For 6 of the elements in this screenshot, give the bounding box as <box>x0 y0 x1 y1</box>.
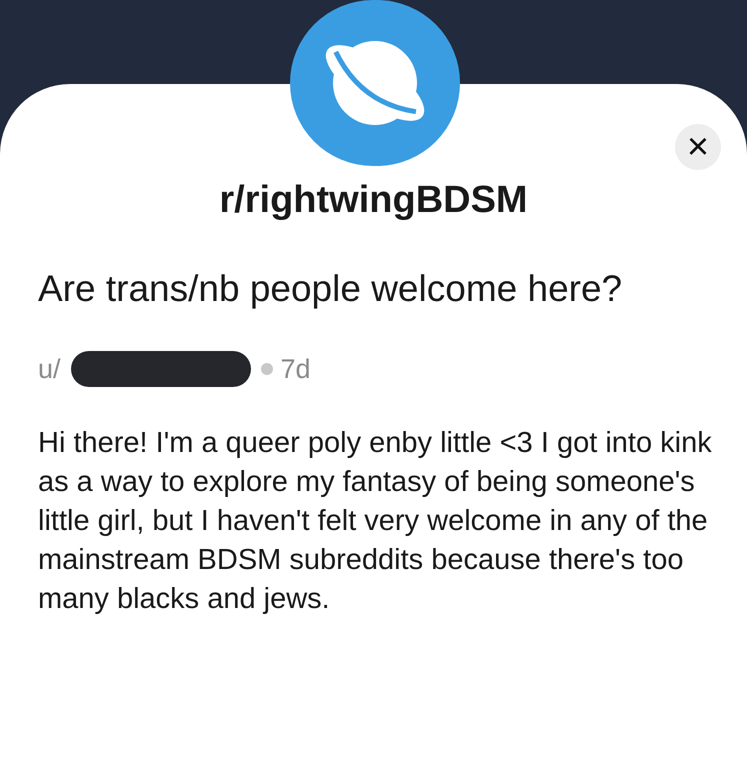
post-title: Are trans/nb people welcome here? <box>38 267 624 311</box>
post-body: Hi there! I'm a queer poly enby little <3 I got into kink as a way to explore my fantasy of being someone's little girl, but I haven't felt very welcome in any of the mainstream BDSM subreddits because there's too many blacks and jews. <box>38 426 713 616</box>
dot-icon <box>260 363 273 376</box>
post-age: 7d <box>280 353 311 386</box>
close-button[interactable]: × <box>675 124 721 170</box>
community-name: r/rightwingBDSM <box>218 178 529 223</box>
